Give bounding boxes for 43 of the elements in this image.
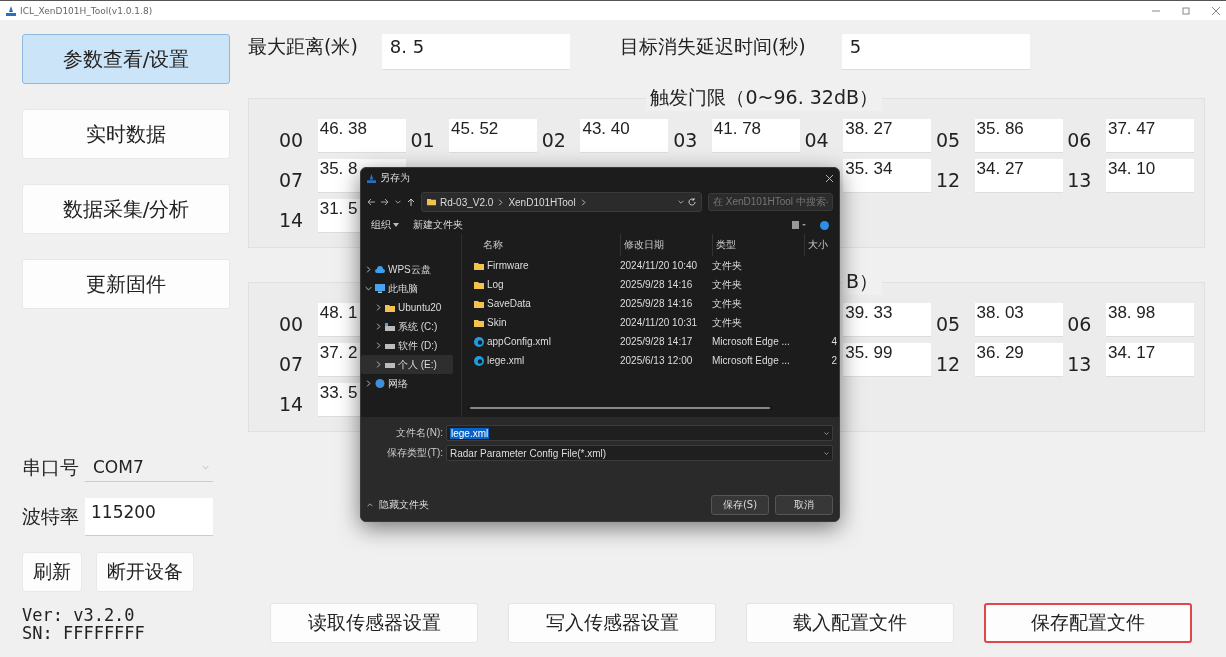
- channel-label: 06: [1067, 129, 1093, 153]
- channel-label: 06: [1067, 313, 1093, 337]
- channel-label: 00: [279, 129, 305, 153]
- file-date: 2024/11/20 10:40: [620, 260, 699, 271]
- channel-label: 00: [279, 313, 305, 337]
- dialog-title: 另存为: [380, 171, 411, 185]
- channel-label: 03: [673, 129, 699, 153]
- file-size: 2: [830, 355, 838, 366]
- channel-label: 04: [804, 129, 830, 153]
- channel-label: 13: [1067, 353, 1093, 377]
- channel-label: 01: [410, 129, 436, 153]
- file-type: Microsoft Edge ...: [712, 336, 791, 347]
- filename-label: 文件名(N):: [395, 426, 443, 440]
- file-date: 2025/6/13 12:00: [620, 355, 694, 366]
- port-label: 串口号: [22, 454, 79, 480]
- channel-label: 12: [935, 169, 962, 193]
- channel-label: 14: [279, 209, 305, 233]
- filetype-label: 保存类型(T):: [386, 446, 443, 460]
- file-date: 2024/11/20 10:31: [620, 317, 699, 328]
- window-title: ICL_XenD101H_Tool(v1.0.1.8): [20, 5, 154, 16]
- max-distance-label: 最大距离(米): [248, 34, 358, 59]
- channel-label: 05: [935, 129, 962, 153]
- channel-label: 02: [541, 129, 567, 153]
- channel-label: 13: [1067, 169, 1093, 193]
- file-date: 2025/9/28 14:16: [620, 279, 694, 290]
- channel-label: 07: [279, 353, 305, 377]
- vanish-delay-label: 目标消失延迟时间(秒): [619, 34, 806, 59]
- file-date: 2025/9/28 14:16: [620, 298, 694, 309]
- baud-label: 波特率: [22, 503, 79, 529]
- file-type: Microsoft Edge ...: [712, 355, 791, 366]
- channel-label: 07: [279, 169, 305, 193]
- channel-label: 05: [935, 313, 962, 337]
- file-type: 文件夹: [712, 258, 743, 273]
- file-type: 文件夹: [712, 296, 743, 311]
- file-date: 2025/9/28 14:17: [620, 336, 694, 347]
- file-type: 文件夹: [712, 277, 743, 292]
- file-size: 4: [830, 336, 838, 347]
- panel-title: 触发门限（0~96. 32dB）: [646, 85, 882, 111]
- file-type: 文件夹: [712, 315, 743, 330]
- channel-label: 14: [279, 393, 305, 417]
- channel-label: 12: [935, 353, 962, 377]
- version-text: Ver: v3.2.0: [22, 605, 136, 625]
- serial-number-text: SN: FFFFFFFF: [22, 624, 146, 643]
